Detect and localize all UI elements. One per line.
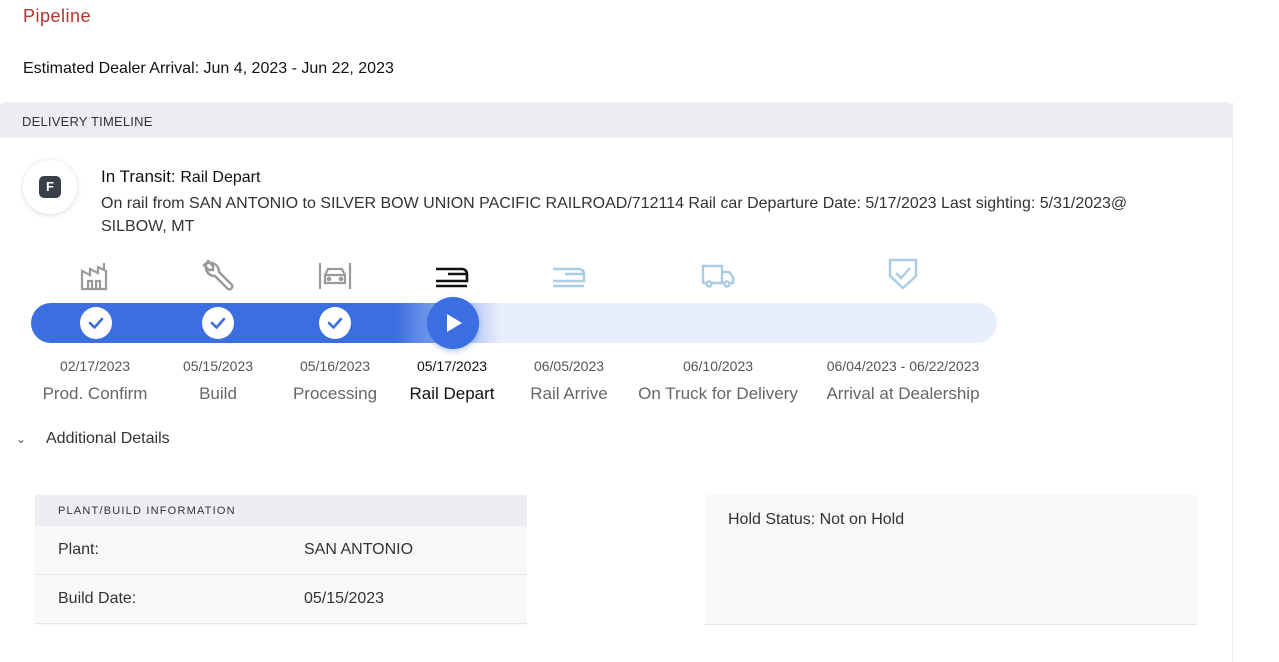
- status-name: Rail Depart: [180, 169, 261, 186]
- factory-icon: [80, 263, 108, 291]
- plant-build-header: PLANT/BUILD INFORMATION: [35, 495, 527, 526]
- hold-status: Hold Status: Not on Hold: [728, 511, 905, 528]
- rail-arrive-icon: [553, 267, 586, 288]
- build-date-row: Build Date: 05/15/2023: [35, 575, 527, 624]
- delivery-timeline-label: DELIVERY TIMELINE: [22, 114, 153, 129]
- step-complete-check: [202, 307, 234, 339]
- current-step-indicator: [427, 297, 479, 349]
- build-date-value: 05/15/2023: [304, 590, 385, 607]
- plant-build-header-label: PLANT/BUILD INFORMATION: [58, 505, 236, 517]
- truck-icon: [701, 264, 735, 288]
- additional-details-label: Additional Details: [46, 430, 170, 447]
- step-date: 06/10/2023: [682, 358, 754, 374]
- delivery-timeline-header: DELIVERY TIMELINE: [0, 102, 1232, 138]
- check-icon: [88, 317, 104, 329]
- plant-row: Plant: SAN ANTONIO: [35, 526, 527, 575]
- status-prefix: In Transit:: [101, 167, 176, 186]
- rail-icon: [436, 267, 469, 288]
- additional-details-toggle[interactable]: ⌄ Additional Details: [16, 430, 170, 448]
- status-avatar: F: [23, 160, 77, 214]
- wrench-icon: [202, 259, 234, 291]
- hold-status-panel: Hold Status: Not on Hold: [705, 495, 1197, 625]
- plant-key: Plant:: [58, 541, 99, 558]
- plant-build-panel: PLANT/BUILD INFORMATION Plant: SAN ANTON…: [35, 495, 527, 625]
- status-heading: In Transit: Rail Depart: [101, 167, 260, 187]
- play-icon: [447, 314, 462, 332]
- check-icon: [327, 317, 343, 329]
- page-title: Pipeline: [23, 6, 92, 26]
- check-icon: [210, 317, 226, 329]
- vehicle-processing-icon: [318, 263, 352, 289]
- build-date-key: Build Date:: [58, 590, 137, 607]
- status-detail: On rail from SAN ANTONIO to SILVER BOW U…: [101, 195, 1128, 235]
- step-complete-check: [80, 307, 112, 339]
- step-label: Arrival at Dealership: [826, 384, 980, 403]
- plant-value: SAN ANTONIO: [304, 541, 414, 558]
- shield-check-icon: [888, 258, 918, 290]
- estimated-arrival: Estimated Dealer Arrival: Jun 4, 2023 - …: [23, 60, 394, 77]
- chevron-down-icon: ⌄: [16, 432, 27, 446]
- step-complete-check: [319, 307, 351, 339]
- step-date: 06/04/2023 - 06/22/2023: [826, 358, 980, 374]
- status-avatar-letter: F: [39, 176, 61, 198]
